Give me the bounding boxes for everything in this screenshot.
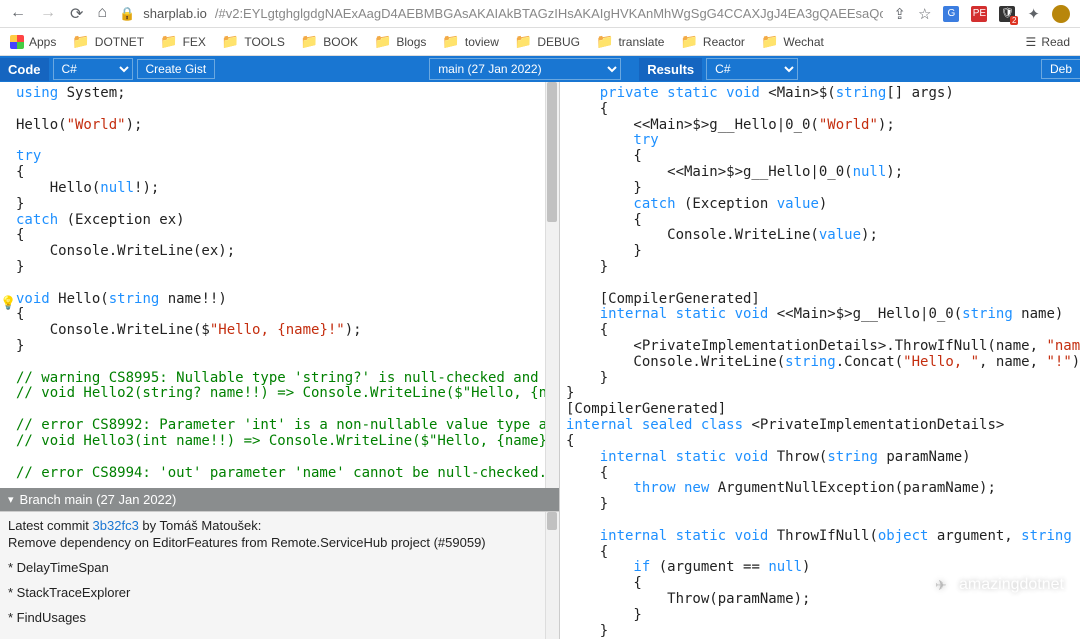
folder-icon: 📁	[515, 33, 532, 50]
code-label: Code	[0, 58, 49, 81]
app-bar: Code C# Create Gist main (27 Jan 2022) R…	[0, 56, 1080, 82]
forward-icon[interactable]: →	[40, 4, 56, 24]
bm-reactor[interactable]: 📁Reactor	[680, 33, 744, 50]
profile-icon[interactable]	[1052, 5, 1070, 23]
bookmarks-bar: Apps 📁DOTNET 📁FEX 📁TOOLS 📁BOOK 📁Blogs 📁t…	[0, 28, 1080, 56]
debug-button[interactable]: Deb	[1041, 59, 1080, 79]
bm-fex[interactable]: 📁FEX	[160, 33, 206, 50]
url-domain: sharplab.io	[143, 6, 207, 21]
apps-shortcut[interactable]: Apps	[10, 35, 56, 49]
chevron-down-icon: ▾	[8, 493, 14, 506]
back-icon[interactable]: ←	[10, 4, 26, 24]
extensions-icon[interactable]: ✦	[1027, 5, 1040, 23]
commit-title: Remove dependency on EditorFeatures from…	[8, 535, 551, 550]
browser-toolbar: ← → ⟳ ⌂ 🔒 sharplab.io /#v2:EYLgtghglgdgNA…	[0, 0, 1080, 28]
home-icon[interactable]: ⌂	[97, 4, 107, 24]
commit-panel: Latest commit 3b32fc3 by Tomáš Matoušek:…	[0, 511, 559, 639]
bm-blogs[interactable]: 📁Blogs	[374, 33, 426, 50]
folder-icon: 📁	[596, 33, 613, 50]
branch-info-bar[interactable]: ▾ Branch main (27 Jan 2022)	[0, 488, 559, 511]
apps-icon	[10, 35, 24, 49]
commit-item: * FindUsages	[8, 610, 551, 625]
folder-icon: 📁	[680, 33, 697, 50]
translate-ext-icon[interactable]: G	[943, 6, 959, 22]
folder-icon: 📁	[374, 33, 391, 50]
commit-hash-link[interactable]: 3b32fc3	[93, 518, 139, 533]
bm-book[interactable]: 📁BOOK	[301, 33, 358, 50]
bm-translate[interactable]: 📁translate	[596, 33, 664, 50]
create-gist-button[interactable]: Create Gist	[137, 59, 216, 79]
latest-commit-line: Latest commit 3b32fc3 by Tomáš Matoušek:	[8, 518, 551, 533]
folder-icon: 📁	[72, 33, 89, 50]
results-pane: private static void <Main>$(string[] arg…	[560, 82, 1080, 639]
bm-debug[interactable]: 📁DEBUG	[515, 33, 580, 50]
adblock-ext-icon[interactable]: 🛡2	[999, 6, 1015, 22]
folder-icon: 📁	[160, 33, 177, 50]
star-icon[interactable]: ☆	[918, 5, 931, 23]
folder-icon: 📁	[301, 33, 318, 50]
reading-list-icon: ☰	[1026, 35, 1037, 49]
result-lang-select[interactable]: C#	[706, 58, 798, 80]
folder-icon: 📁	[761, 33, 778, 50]
url-bar[interactable]: 🔒 sharplab.io /#v2:EYLgtghglgdgNAExAagD4A…	[117, 6, 883, 22]
bm-tools[interactable]: 📁TOOLS	[222, 33, 285, 50]
commit-scrollbar[interactable]	[545, 512, 559, 639]
branch-select[interactable]: main (27 Jan 2022)	[429, 58, 621, 80]
reading-list[interactable]: ☰Read	[1026, 35, 1070, 49]
results-code[interactable]: private static void <Main>$(string[] arg…	[560, 82, 1080, 639]
reload-icon[interactable]: ⟳	[70, 4, 83, 24]
pdf-ext-icon[interactable]: PE	[971, 6, 987, 22]
bm-wechat[interactable]: 📁Wechat	[761, 33, 824, 50]
editor-scrollbar[interactable]	[545, 82, 559, 488]
share-icon[interactable]: ⇪	[893, 5, 906, 23]
code-editor[interactable]: 💡 using System; Hello("World"); try { He…	[0, 82, 559, 488]
branch-info-text: Branch main (27 Jan 2022)	[20, 492, 177, 507]
folder-icon: 📁	[442, 33, 459, 50]
url-hash: /#v2:EYLgtghglgdgNAExAagD4AEBMBGAsAKAIAk…	[215, 6, 884, 21]
commit-item: * StackTraceExplorer	[8, 585, 551, 600]
language-select[interactable]: C#	[53, 58, 133, 80]
bm-dotnet[interactable]: 📁DOTNET	[72, 33, 144, 50]
main-split: 💡 using System; Hello("World"); try { He…	[0, 82, 1080, 639]
code-editor-pane: 💡 using System; Hello("World"); try { He…	[0, 82, 560, 639]
commit-item: * DelayTimeSpan	[8, 560, 551, 575]
folder-icon: 📁	[222, 33, 239, 50]
bm-toview[interactable]: 📁toview	[442, 33, 498, 50]
hint-bulb-icon[interactable]: 💡	[0, 295, 16, 311]
results-label: Results	[639, 58, 702, 81]
lock-icon: 🔒	[119, 6, 135, 22]
